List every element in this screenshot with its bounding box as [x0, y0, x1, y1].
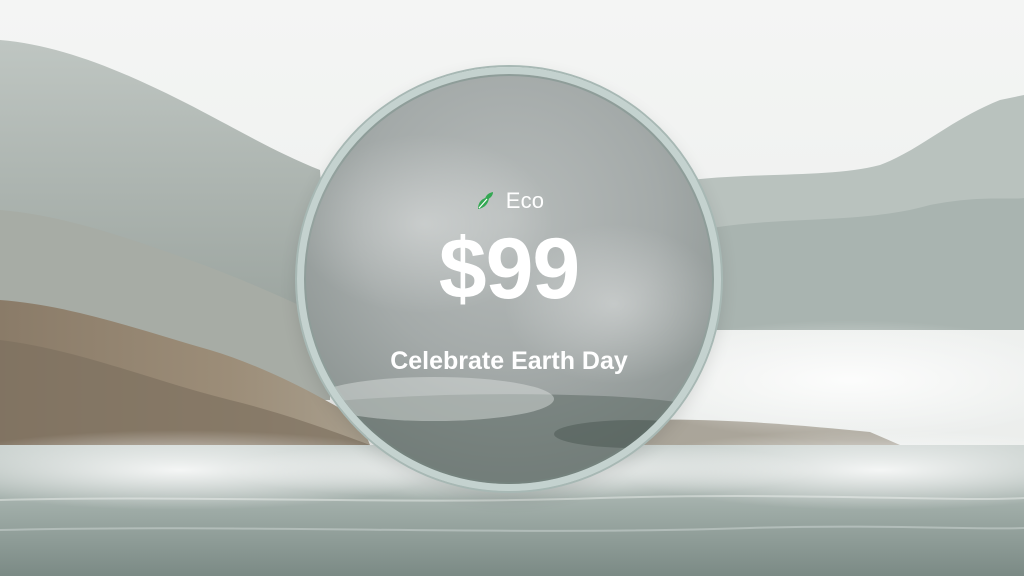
thermostat-display: Eco $99 Celebrate Earth Day [297, 67, 721, 491]
leaf-icon [474, 189, 498, 213]
eco-mode-label: Eco [505, 188, 545, 213]
promo-tagline: Celebrate Earth Day [390, 347, 628, 375]
promo-price: $99 [438, 221, 581, 317]
eco-mode-row: Eco [304, 188, 714, 214]
promo-banner: Eco $99 Celebrate Earth Day [0, 0, 1024, 576]
